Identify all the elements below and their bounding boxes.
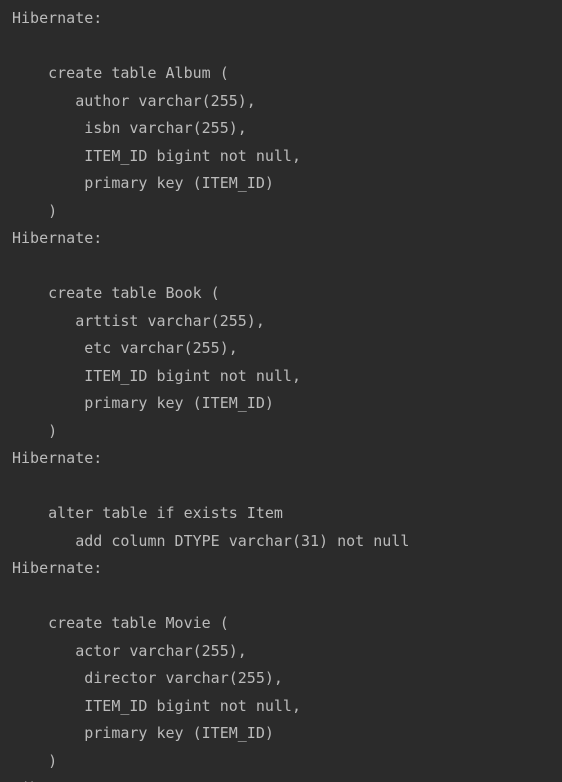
console-sql-line: create table Book ( [12, 284, 220, 302]
console-sql-line: create table Album ( [12, 64, 229, 82]
console-sql-line: ITEM_ID bigint not null, [12, 146, 301, 165]
console-sql-line: etc varchar(255), [12, 339, 238, 357]
console-sql-line: ) [12, 201, 58, 220]
console-sql-line: author varchar(255), [12, 91, 256, 110]
console-log-prefix: Hibernate: [12, 229, 103, 247]
console-sql-line: alter table if exists Item [12, 504, 283, 522]
console-sql-line: ITEM_ID bigint not null, [12, 366, 301, 385]
console-sql-line: create table Movie ( [12, 614, 229, 632]
console-output[interactable]: Hibernate: create table Album ( author v… [0, 0, 562, 782]
console-sql-line: add column DTYPE varchar(31) not null [12, 531, 410, 550]
console-sql-line: isbn varchar(255), [12, 119, 247, 137]
console-log-prefix: Hibernate: [12, 778, 102, 782]
console-log-prefix: Hibernate: [12, 449, 103, 467]
console-sql-line: director varchar(255), [12, 669, 283, 687]
console-sql-line: ) [12, 421, 58, 440]
console-sql-line: primary key (ITEM_ID) [12, 724, 274, 742]
console-sql-line: actor varchar(255), [12, 641, 247, 660]
console-sql-line: arttist varchar(255), [12, 311, 265, 330]
console-sql-line: primary key (ITEM_ID) [12, 174, 274, 192]
console-sql-line: ITEM_ID bigint not null, [12, 696, 301, 715]
console-sql-line: ) [12, 751, 58, 770]
console-sql-line: primary key (ITEM_ID) [12, 394, 274, 412]
console-log-prefix: Hibernate: [12, 9, 103, 27]
console-log-prefix: Hibernate: [12, 559, 103, 577]
